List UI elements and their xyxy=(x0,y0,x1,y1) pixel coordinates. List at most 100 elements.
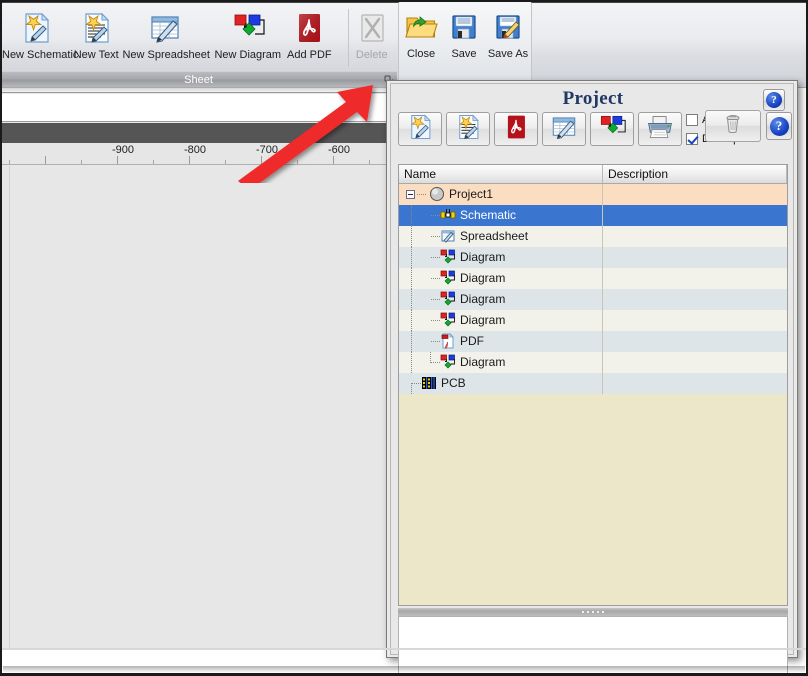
checkbox-a-box[interactable] xyxy=(686,114,698,126)
new-text-icon xyxy=(70,8,122,48)
drawing-canvas[interactable] xyxy=(0,166,395,648)
help-button-top[interactable]: ? xyxy=(763,89,785,111)
pcb-icon xyxy=(421,375,437,391)
diagram-icon xyxy=(440,312,456,328)
add-pdf-icon xyxy=(283,8,335,48)
tree-node-diagram[interactable]: Diagram xyxy=(399,267,603,289)
column-header-description[interactable]: Description xyxy=(603,165,787,183)
save-as-label: Save As xyxy=(487,48,529,60)
toolbar-new-text-button[interactable] xyxy=(446,112,490,146)
column-header-name[interactable]: Name xyxy=(399,165,603,183)
tree-description-cell[interactable] xyxy=(603,330,787,352)
tree-description-cell[interactable] xyxy=(603,372,787,394)
editor-toolbar-strip xyxy=(0,88,395,93)
toolbar-new-diagram-button[interactable] xyxy=(590,112,634,146)
toolbar-print-button[interactable] xyxy=(638,112,682,146)
tree-rows: Project1 Schematic Spreadsheet Diagram D… xyxy=(399,184,787,605)
tree-label: Spreadsheet xyxy=(460,229,529,243)
save-button[interactable]: Save xyxy=(443,2,485,60)
add-pdf-icon xyxy=(503,113,529,146)
tree-node-spreadsheet[interactable]: Spreadsheet xyxy=(399,225,603,247)
help-button-frame-2[interactable]: ? xyxy=(766,112,792,140)
tree-connector xyxy=(411,331,412,352)
help-button-bottom[interactable]: ? xyxy=(766,112,792,140)
floppy-save-as-icon xyxy=(485,7,531,47)
toolbar-new-schematic-button[interactable] xyxy=(398,112,442,146)
new-schematic-button[interactable]: New Schematic xyxy=(2,3,78,61)
tree-connector xyxy=(431,341,440,342)
tree-connector xyxy=(431,215,440,216)
tree-node-schematic[interactable]: Schematic xyxy=(399,204,603,226)
table-row[interactable]: Diagram xyxy=(399,288,787,310)
table-row[interactable]: PCB xyxy=(399,372,787,394)
tree-node-diagram[interactable]: Diagram xyxy=(399,351,603,373)
table-row[interactable]: Diagram xyxy=(399,267,787,289)
tree-connector xyxy=(411,268,412,289)
project-panel-window: Project ? ? Name Description Project1 Sc… xyxy=(386,80,798,676)
save-label: Save xyxy=(451,48,477,60)
delete-icon xyxy=(346,8,398,48)
help-button-frame[interactable]: ? xyxy=(763,89,785,111)
checkbox-description-box[interactable] xyxy=(686,133,698,145)
table-row[interactable]: Schematic xyxy=(399,204,787,226)
tree-description-cell[interactable] xyxy=(603,184,787,205)
tree-connector xyxy=(411,226,412,247)
project-tree[interactable]: Name Description Project1 Schematic Spre… xyxy=(398,164,788,606)
ruler-tick-label: -700 xyxy=(255,144,279,156)
application-window: New Schematic New Text New Spreadsheet N… xyxy=(0,0,808,676)
tree-description-cell[interactable] xyxy=(603,246,787,268)
tree-connector xyxy=(411,289,412,310)
new-text-button[interactable]: New Text xyxy=(70,3,122,61)
tree-node-pcb[interactable]: PCB xyxy=(399,372,603,394)
new-spreadsheet-button[interactable]: New Spreadsheet xyxy=(122,3,210,61)
schematic-icon xyxy=(440,207,456,223)
delete-item-button[interactable] xyxy=(705,110,761,142)
table-row[interactable]: Diagram xyxy=(399,351,787,373)
ruler-tick-label: -600 xyxy=(327,144,351,156)
new-spreadsheet-icon xyxy=(122,8,208,48)
toolbar-add-pdf-button[interactable] xyxy=(494,112,538,146)
ribbon-separator xyxy=(348,9,349,67)
spreadsheet-icon xyxy=(440,228,456,244)
tree-label: PCB xyxy=(441,376,466,390)
tree-description-cell[interactable] xyxy=(603,225,787,247)
table-row[interactable]: Spreadsheet xyxy=(399,225,787,247)
tree-description-cell[interactable] xyxy=(603,267,787,289)
new-schematic-icon xyxy=(2,8,70,48)
page-title: Project xyxy=(562,88,624,109)
tree-connector xyxy=(411,310,412,331)
table-row[interactable]: PDF xyxy=(399,330,787,352)
tree-label: Diagram xyxy=(460,355,506,369)
add-pdf-button[interactable]: Add PDF xyxy=(283,3,335,61)
tree-header: Name Description xyxy=(399,165,787,184)
close-button[interactable]: Close xyxy=(399,2,443,60)
sheet-group-label: Sheet xyxy=(184,74,213,86)
new-diagram-button[interactable]: New Diagram xyxy=(214,3,281,61)
tree-node-pdf[interactable]: PDF xyxy=(399,330,603,352)
panel-splitter[interactable] xyxy=(398,608,788,616)
tree-node-diagram[interactable]: Diagram xyxy=(399,309,603,331)
horizontal-ruler[interactable]: -900 -800 -700 -600 -500 -400 -300 xyxy=(0,143,566,165)
table-row[interactable]: Diagram xyxy=(399,309,787,331)
diagram-icon xyxy=(440,249,456,265)
tree-description-cell[interactable] xyxy=(603,309,787,331)
editor-dark-band xyxy=(0,123,395,143)
diagram-icon xyxy=(440,354,456,370)
collapse-toggle-icon[interactable] xyxy=(406,189,415,199)
tree-connector xyxy=(417,193,427,195)
save-as-button[interactable]: Save As xyxy=(485,2,531,60)
tree-description-cell[interactable] xyxy=(603,351,787,373)
table-row[interactable]: Diagram xyxy=(399,246,787,268)
tree-description-cell[interactable] xyxy=(603,204,787,226)
tree-connector xyxy=(431,362,440,363)
ribbon-group-label-sheet: Sheet xyxy=(0,71,397,87)
table-row[interactable]: Project1 xyxy=(399,184,787,205)
tree-node-diagram[interactable]: Diagram xyxy=(399,288,603,310)
tree-description-cell[interactable] xyxy=(603,288,787,310)
tree-node-diagram[interactable]: Diagram xyxy=(399,246,603,268)
tree-connector xyxy=(431,320,440,321)
toolbar-new-spreadsheet-button[interactable] xyxy=(542,112,586,146)
new-diagram-icon xyxy=(214,8,281,48)
tree-node-project1[interactable]: Project1 xyxy=(399,184,603,205)
tree-connector xyxy=(411,205,412,226)
